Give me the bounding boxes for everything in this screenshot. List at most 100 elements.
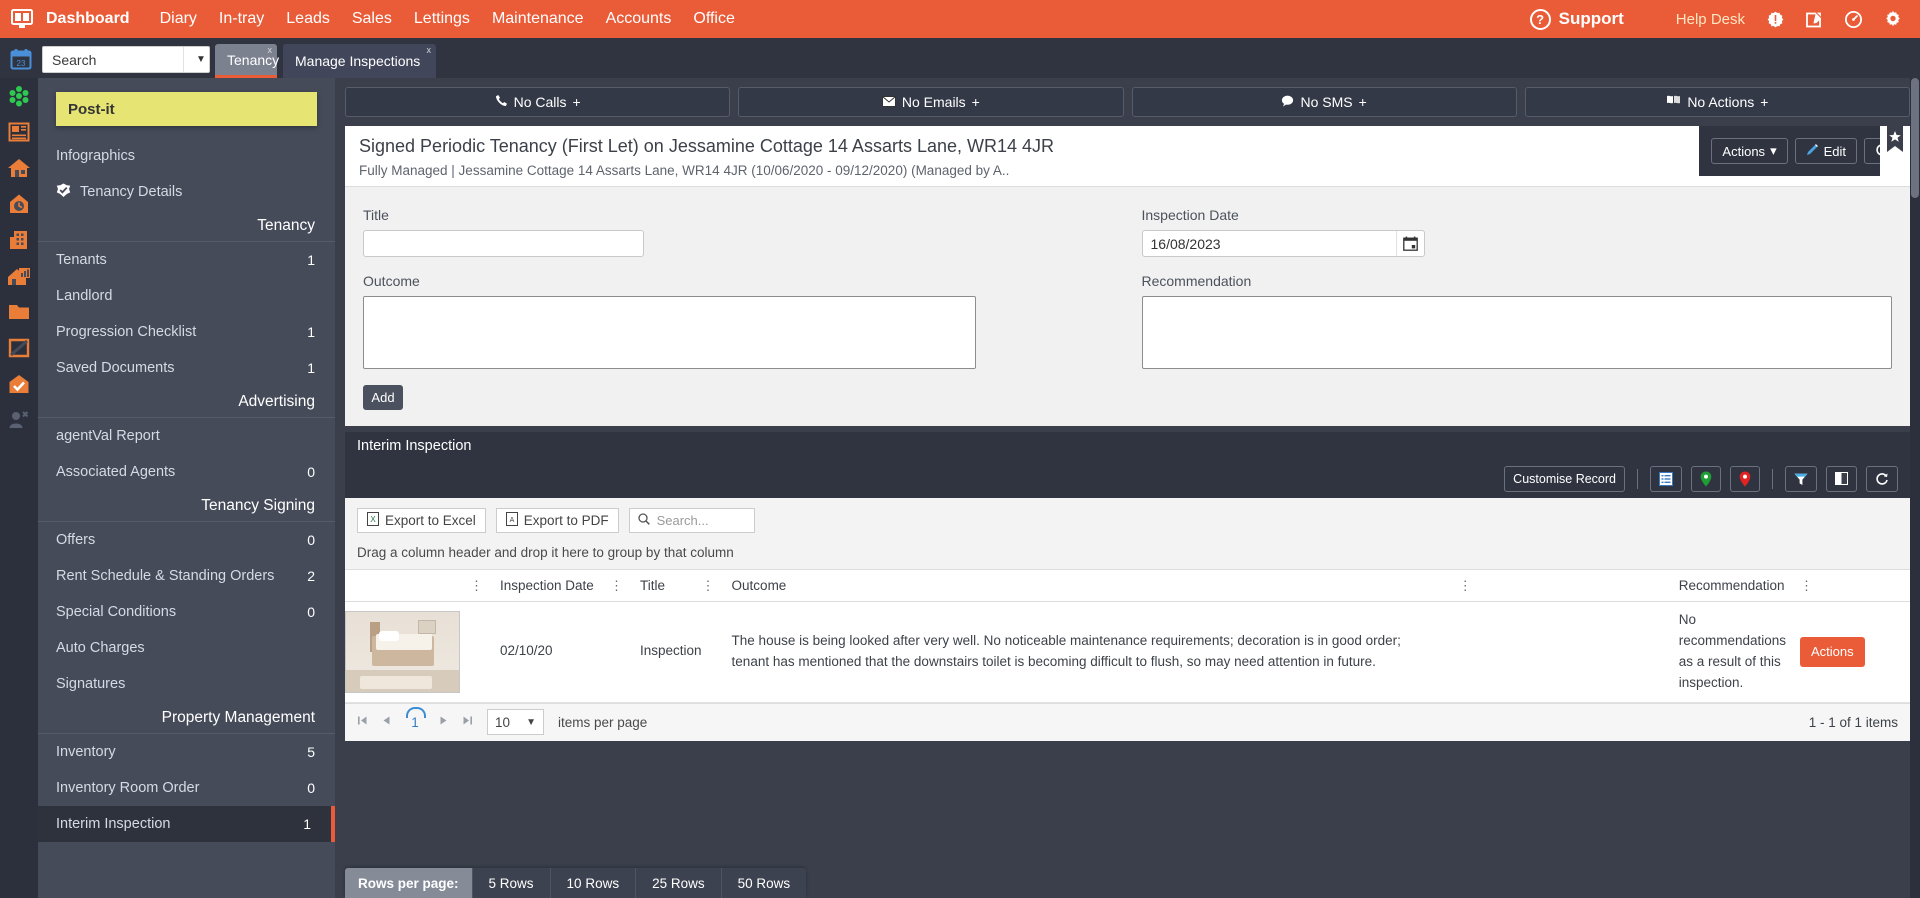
edit-note-icon[interactable] (1806, 11, 1823, 28)
property-chart-icon[interactable] (0, 258, 38, 294)
no-emails-plus[interactable]: + (972, 94, 980, 110)
speedometer-icon[interactable] (1845, 10, 1862, 28)
kebab-menu-icon[interactable]: ⋮ (610, 578, 623, 593)
record-actions-button[interactable]: Actions ▾ (1711, 138, 1788, 164)
kebab-menu-icon[interactable]: ⋮ (1800, 578, 1813, 593)
news-board-icon[interactable] (0, 114, 38, 150)
column-menu-outcome[interactable]: ⋮ (701, 570, 732, 602)
column-recommendation[interactable]: Recommendation (1678, 570, 1800, 602)
pager-last-icon[interactable] (462, 715, 473, 729)
sidebar-item-signatures[interactable]: Signatures (38, 666, 335, 702)
sidebar-item-progression-checklist[interactable]: Progression Checklist 1 (38, 314, 335, 350)
filter-icon[interactable] (1785, 466, 1817, 492)
export-to-excel-button[interactable]: X Export to Excel (357, 508, 486, 533)
building-icon[interactable] (0, 222, 38, 258)
search-input[interactable]: Search ▼ (42, 46, 210, 73)
sidebar-item-special-conditions[interactable]: Special Conditions 0 (38, 594, 335, 630)
post-it-note[interactable]: Post-it (56, 92, 317, 126)
column-inspection-date[interactable]: Inspection Date (500, 570, 610, 602)
sidebar-item-interim-inspection[interactable]: Interim Inspection 1 (38, 806, 335, 842)
page-size-select[interactable]: 10 ▼ (487, 709, 544, 736)
vertical-scrollbar[interactable] (1910, 78, 1920, 898)
nav-accounts[interactable]: Accounts (606, 10, 672, 28)
nav-leads[interactable]: Leads (286, 10, 330, 28)
add-button[interactable]: Add (363, 385, 403, 410)
no-actions-button[interactable]: No Actions + (1524, 87, 1910, 117)
sidebar-item-saved-documents[interactable]: Saved Documents 1 (38, 350, 335, 386)
calendar-icon[interactable]: 23 (8, 46, 34, 72)
sidebar-item-offers[interactable]: Offers 0 (38, 522, 335, 558)
nav-maintenance[interactable]: Maintenance (492, 10, 584, 28)
export-to-pdf-button[interactable]: A Export to PDF (495, 508, 619, 533)
no-calls-plus[interactable]: + (572, 94, 580, 110)
nav-diary[interactable]: Diary (160, 10, 197, 28)
column-actions[interactable]: ⋮ (1800, 570, 1910, 602)
dashboard-monitor-icon[interactable] (8, 7, 36, 31)
nav-dashboard[interactable]: Dashboard (46, 10, 130, 28)
calendar-picker-icon[interactable] (1395, 231, 1424, 256)
tab-manage-inspections[interactable]: Manage Inspections x (283, 44, 436, 78)
no-calls-button[interactable]: No Calls + (345, 87, 731, 117)
house-check-icon[interactable] (0, 366, 38, 402)
sidebar-item-agentval-report[interactable]: agentVal Report (38, 418, 335, 454)
nav-sales[interactable]: Sales (352, 10, 392, 28)
no-sms-button[interactable]: No SMS + (1131, 87, 1517, 117)
home-icon[interactable] (0, 150, 38, 186)
column-menu-recommendation[interactable]: ⋮ (1458, 570, 1679, 602)
people-tools-icon[interactable] (0, 402, 38, 438)
rows-per-page-50[interactable]: 50 Rows (720, 868, 807, 898)
grid-search-input[interactable]: Search... (628, 508, 755, 533)
pager-next-icon[interactable] (439, 715, 448, 729)
frame-icon[interactable] (0, 330, 38, 366)
gear-icon[interactable] (1884, 10, 1902, 28)
nav-lettings[interactable]: Lettings (414, 10, 470, 28)
sidebar-item-infographics[interactable]: Infographics (38, 138, 335, 174)
group-by-hint[interactable]: Drag a column header and drop it here to… (345, 541, 1910, 570)
column-menu-title[interactable]: ⋮ (610, 570, 640, 602)
map-pin-red-icon[interactable] (1730, 466, 1760, 492)
recommendation-textarea[interactable] (1141, 296, 1892, 369)
sidebar-item-associated-agents[interactable]: Associated Agents 0 (38, 454, 335, 490)
list-view-icon[interactable] (1650, 466, 1682, 492)
kebab-menu-icon[interactable]: ⋮ (702, 578, 715, 593)
map-pin-green-icon[interactable] (1691, 466, 1721, 492)
outcome-textarea[interactable] (363, 296, 976, 369)
no-emails-button[interactable]: No Emails + (738, 87, 1124, 117)
apps-grid-icon[interactable] (0, 78, 38, 114)
record-edit-button[interactable]: Edit (1794, 138, 1857, 164)
tab-tenancy-close-icon[interactable]: x (268, 45, 273, 55)
valuation-house-icon[interactable] (0, 186, 38, 222)
tab-manage-inspections-close-icon[interactable]: x (427, 45, 432, 55)
sidebar-item-inventory-room-order[interactable]: Inventory Room Order 0 (38, 770, 335, 806)
tab-tenancy[interactable]: Tenancy x (215, 44, 279, 78)
no-actions-plus[interactable]: + (1760, 94, 1768, 110)
refresh-icon[interactable] (1866, 466, 1898, 492)
help-desk-link[interactable]: Help Desk (1676, 11, 1745, 28)
bookmark-star-icon[interactable] (1880, 126, 1910, 176)
customise-record-button[interactable]: Customise Record (1504, 466, 1625, 492)
pager-current-page[interactable]: 1 (405, 706, 426, 730)
column-menu-inspection-date[interactable]: ⋮ (470, 570, 500, 602)
nav-in-tray[interactable]: In-tray (219, 10, 264, 28)
sidebar-item-tenants[interactable]: Tenants 1 (38, 242, 335, 278)
column-title[interactable]: Title (640, 570, 702, 602)
sidebar-item-landlord[interactable]: Landlord (38, 278, 335, 314)
support-button[interactable]: ? Support (1529, 8, 1624, 30)
scrollbar-thumb[interactable] (1911, 78, 1919, 198)
pager-first-icon[interactable] (357, 715, 368, 729)
chevron-down-icon[interactable]: ▼ (183, 47, 209, 72)
row-actions-button[interactable]: Actions (1800, 636, 1865, 667)
rows-per-page-10[interactable]: 10 Rows (549, 868, 636, 898)
column-outcome[interactable]: Outcome (731, 570, 1459, 602)
pager-prev-icon[interactable] (382, 715, 391, 729)
title-input[interactable] (363, 230, 644, 257)
sidebar-item-rent-schedule[interactable]: Rent Schedule & Standing Orders 2 (38, 558, 335, 594)
sidebar-item-tenancy-details[interactable]: Tenancy Details (38, 174, 335, 210)
kebab-menu-icon[interactable]: ⋮ (1459, 578, 1472, 593)
no-sms-plus[interactable]: + (1359, 94, 1367, 110)
sidebar-item-inventory[interactable]: Inventory 5 (38, 734, 335, 770)
copy-icon[interactable] (1826, 466, 1857, 492)
alert-badge-icon[interactable] (1767, 11, 1784, 28)
table-row[interactable]: 02/10/20 Inspection The house is being l… (345, 601, 1910, 703)
kebab-menu-icon[interactable]: ⋮ (470, 578, 483, 593)
